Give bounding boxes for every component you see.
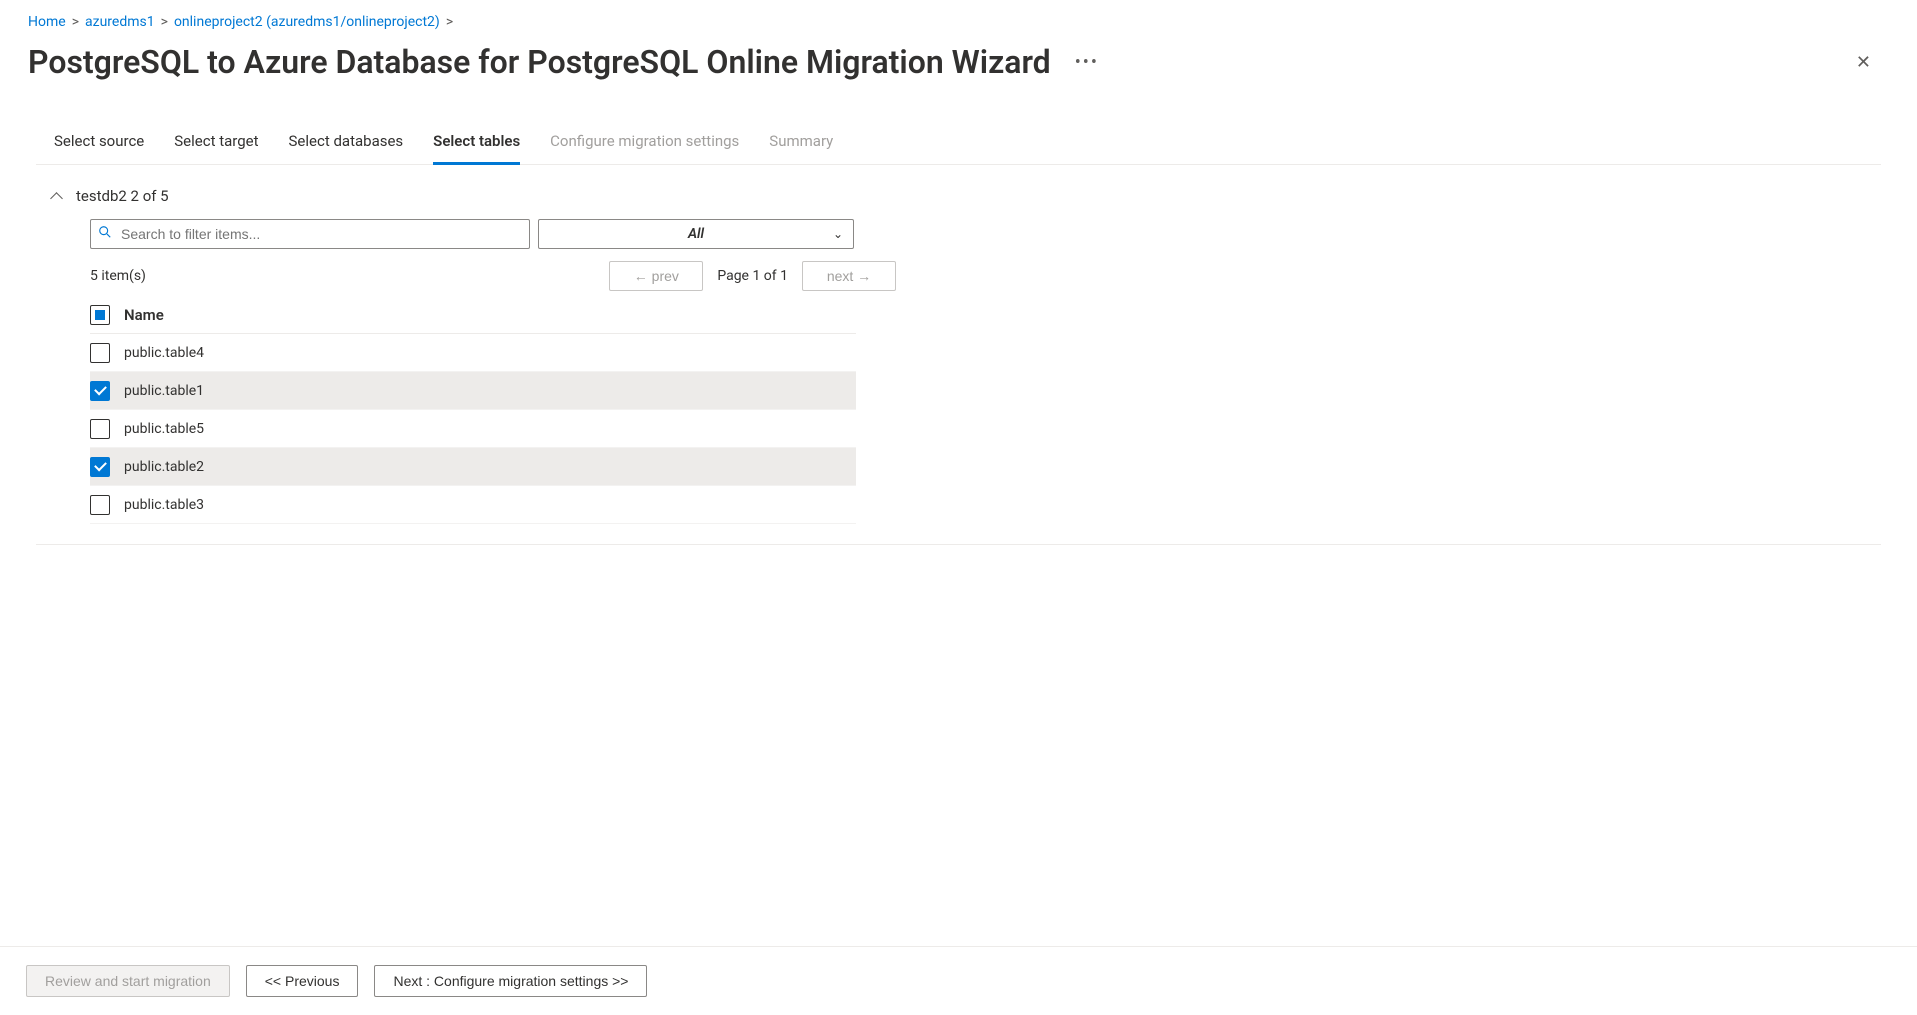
tab-configure-migration-settings: Configure migration settings xyxy=(550,132,739,165)
chevron-down-icon: ⌄ xyxy=(833,227,843,241)
next-button[interactable]: Next : Configure migration settings >> xyxy=(374,965,647,997)
chevron-up-icon xyxy=(50,190,62,202)
filter-dropdown[interactable]: All ⌄ xyxy=(538,219,854,249)
table-row[interactable]: public.table2 xyxy=(90,448,856,486)
item-count: 5 item(s) xyxy=(90,268,146,284)
table-row[interactable]: public.table5 xyxy=(90,410,856,448)
breadcrumb-link-home[interactable]: Home xyxy=(28,14,66,30)
breadcrumb-link-onlineproject2[interactable]: onlineproject2 (azuredms1/onlineproject2… xyxy=(174,14,440,30)
table-name: public.table3 xyxy=(124,497,204,513)
previous-button[interactable]: << Previous xyxy=(246,965,359,997)
table-row[interactable]: public.table1 xyxy=(90,372,856,410)
tab-select-tables[interactable]: Select tables xyxy=(433,132,520,165)
select-all-checkbox[interactable] xyxy=(90,305,110,325)
breadcrumb-link-azuredms1[interactable]: azuredms1 xyxy=(85,14,155,30)
row-checkbox[interactable] xyxy=(90,343,110,363)
wizard-footer: Review and start migration << Previous N… xyxy=(0,946,1917,1015)
chevron-right-icon: > xyxy=(72,14,79,30)
search-input[interactable] xyxy=(90,219,530,249)
page-title: PostgreSQL to Azure Database for Postgre… xyxy=(28,43,1051,81)
row-checkbox[interactable] xyxy=(90,495,110,515)
chevron-right-icon: > xyxy=(446,14,453,30)
table-name: public.table5 xyxy=(124,421,204,437)
tab-select-target[interactable]: Select target xyxy=(174,132,258,165)
more-actions-button[interactable]: ••• xyxy=(1069,48,1105,77)
controls-row: All ⌄ xyxy=(46,219,1871,255)
tables-list: Name public.table4 public.table1 public.… xyxy=(46,297,856,544)
database-title: testdb2 2 of 5 xyxy=(76,187,169,205)
close-button[interactable]: ✕ xyxy=(1838,42,1889,83)
next-page-button: next → xyxy=(802,261,896,291)
database-expander[interactable]: testdb2 2 of 5 xyxy=(46,183,1871,219)
table-name: public.table4 xyxy=(124,345,204,361)
chevron-right-icon: > xyxy=(161,14,168,30)
breadcrumb: Home > azuredms1 > onlineproject2 (azure… xyxy=(0,0,1917,36)
table-name: public.table1 xyxy=(124,383,204,399)
column-header-name[interactable]: Name xyxy=(124,306,164,324)
row-checkbox[interactable] xyxy=(90,419,110,439)
table-name: public.table2 xyxy=(124,459,204,475)
table-header-row: Name xyxy=(90,297,856,334)
page-info: Page 1 of 1 xyxy=(717,268,788,284)
page-header: PostgreSQL to Azure Database for Postgre… xyxy=(0,36,1917,103)
database-section: testdb2 2 of 5 All ⌄ 5 item(s) ← prev Pa… xyxy=(36,165,1881,545)
tab-select-databases[interactable]: Select databases xyxy=(289,132,404,165)
wizard-tabs: Select source Select target Select datab… xyxy=(36,127,1881,165)
count-pager-row: 5 item(s) ← prev Page 1 of 1 next → xyxy=(46,255,896,297)
table-row[interactable]: public.table3 xyxy=(90,486,856,524)
filter-value: All xyxy=(688,226,704,242)
tab-select-source[interactable]: Select source xyxy=(54,132,144,165)
prev-page-button: ← prev xyxy=(609,261,703,291)
row-checkbox[interactable] xyxy=(90,457,110,477)
table-row[interactable]: public.table4 xyxy=(90,334,856,372)
tab-summary: Summary xyxy=(769,132,833,165)
row-checkbox[interactable] xyxy=(90,381,110,401)
review-start-migration-button: Review and start migration xyxy=(26,965,230,997)
